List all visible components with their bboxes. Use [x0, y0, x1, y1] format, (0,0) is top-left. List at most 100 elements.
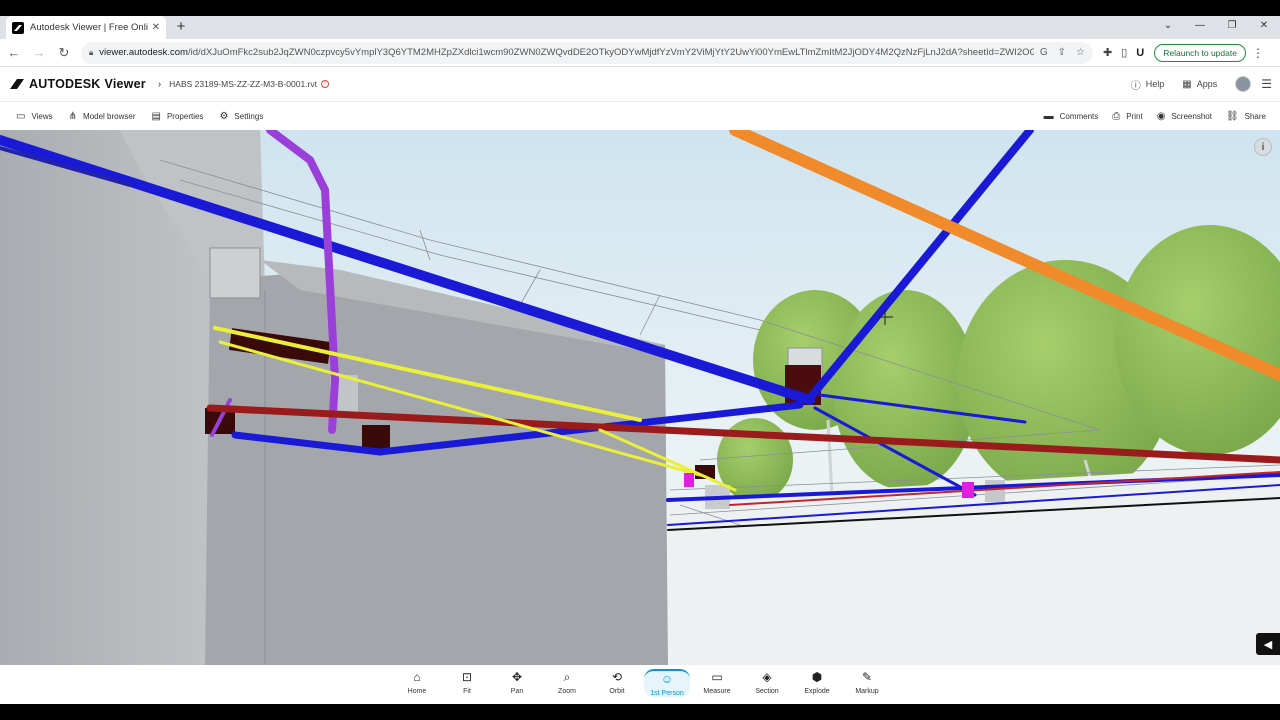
comment-icon: ▬ — [1043, 111, 1054, 122]
brand-name: AUTODESK — [29, 77, 101, 91]
share-label: Share — [1244, 112, 1266, 121]
model-tree-icon: ⋔ — [68, 110, 78, 122]
forward-arrow-icon[interactable]: → — [28, 45, 50, 60]
apps-grid-icon: ▦ — [1182, 78, 1192, 90]
pan-icon: ✥ — [511, 670, 523, 684]
browser-toolbar: ← → ↻ 🔒︎ viewer.autodesk.com/id/dXJuOmFk… — [0, 39, 1280, 67]
nav-tool-measure[interactable]: ▭ Measure — [692, 669, 742, 697]
extension-u-icon[interactable]: U — [1136, 47, 1144, 59]
home-icon: ⌂ — [413, 670, 421, 684]
gear-icon: ⚙ — [219, 110, 229, 122]
properties-icon: ▤ — [151, 110, 161, 122]
new-tab-button[interactable]: + — [172, 18, 190, 35]
measure-icon: ▭ — [711, 670, 723, 684]
reload-icon[interactable]: ↻ — [53, 45, 75, 61]
warning-icon[interactable]: ! — [321, 80, 329, 88]
side-panel-icon[interactable]: ▯ — [1121, 46, 1127, 59]
views-label: Views — [31, 111, 53, 121]
brand-product: Viewer — [104, 77, 146, 91]
nav-tool-section[interactable]: ◈ Section — [742, 669, 792, 697]
printer-icon: ⎙ — [1112, 111, 1121, 122]
window-controls: ⌄ — ❐ ✕ — [1152, 16, 1280, 39]
nav-tool-zoom[interactable]: ⌕ Zoom — [542, 669, 592, 697]
screen: Autodesk Viewer | Free Online F ✕ + ⌄ — … — [0, 0, 1280, 720]
nav-tool-label: Section — [755, 688, 779, 695]
hamburger-menu-icon[interactable]: ☰ — [1261, 77, 1272, 91]
autodesk-logo-icon — [10, 79, 24, 89]
autodesk-favicon-icon — [12, 21, 24, 34]
properties-button[interactable]: ▤ Properties — [152, 111, 204, 122]
lock-icon: 🔒︎ — [89, 47, 94, 57]
print-button[interactable]: ⎙ Print — [1112, 111, 1142, 122]
first-person-icon: ☺ — [660, 672, 674, 686]
browser-tab-title: Autodesk Viewer | Free Online F — [30, 22, 148, 33]
nav-tool-fit[interactable]: ⊡ Fit — [442, 669, 492, 697]
nav-tool-label: Pan — [510, 688, 524, 695]
print-label: Print — [1126, 112, 1143, 121]
autodesk-viewer-logo[interactable]: AUTODESK Viewer — [10, 77, 146, 91]
nav-tool-1st-person[interactable]: ☺ 1st Person — [642, 669, 692, 697]
model-browser-label: Model browser — [83, 111, 136, 121]
fit-icon: ⊡ — [461, 670, 473, 684]
zoom-icon: ⌕ — [563, 670, 571, 684]
help-label: Help — [1145, 79, 1165, 89]
3d-model-canvas[interactable]: i ◀ — [0, 130, 1280, 665]
nav-tool-label: Orbit — [609, 688, 625, 695]
relaunch-to-update-button[interactable]: Relaunch to update — [1154, 43, 1246, 62]
apps-label: Apps — [1196, 79, 1218, 89]
model-browser-button[interactable]: ⋔ Model browser — [69, 111, 136, 122]
nav-tool-pan[interactable]: ✥ Pan — [492, 669, 542, 697]
nav-tool-orbit[interactable]: ⟲ Orbit — [592, 669, 642, 697]
minimize-icon[interactable]: — — [1184, 16, 1216, 39]
nav-tool-label: Measure — [703, 688, 731, 695]
nav-tool-label: Home — [407, 688, 427, 695]
info-icon[interactable]: i — [1254, 138, 1272, 156]
views-button[interactable]: ▭ Views — [16, 111, 53, 122]
nav-tool-label: Markup — [855, 688, 879, 695]
help-icon: ⓘ — [1130, 80, 1141, 92]
tab-search-icon[interactable]: ⌄ — [1152, 16, 1184, 39]
back-arrow-icon[interactable]: ← — [3, 45, 25, 60]
file-name: HABS 23189-MS-ZZ-ZZ-M3-B-0001.rvt — [169, 79, 317, 89]
restore-icon[interactable]: ❐ — [1216, 16, 1248, 39]
browser-tab[interactable]: Autodesk Viewer | Free Online F ✕ — [6, 16, 166, 39]
screenshot-label: Screenshot — [1171, 112, 1212, 121]
help-button[interactable]: ⓘ Help — [1131, 77, 1165, 92]
viewer-toolbar: ▭ Views ⋔ Model browser ▤ Properties ⚙ S… — [0, 101, 1280, 130]
viewer-header: AUTODESK Viewer › HABS 23189-MS-ZZ-ZZ-M3… — [0, 67, 1280, 101]
nav-tool-label: Fit — [463, 688, 471, 695]
properties-label: Properties — [166, 111, 204, 121]
browser-menu-icon[interactable]: ⋮ — [1252, 46, 1264, 60]
comments-button[interactable]: ▬ Comments — [1044, 111, 1099, 122]
share-button[interactable]: ⛓ Share — [1226, 111, 1266, 122]
close-window-icon[interactable]: ✕ — [1248, 16, 1280, 39]
megaphone-feedback-icon[interactable]: ◀ — [1256, 633, 1280, 655]
chevron-right-icon: › — [157, 78, 162, 90]
avatar[interactable] — [1235, 76, 1252, 92]
nav-tool-label: Zoom — [558, 688, 576, 695]
nav-tool-markup[interactable]: ✎ Markup — [842, 669, 892, 697]
share-page-icon[interactable]: ⇪ — [1058, 47, 1066, 58]
apps-button[interactable]: ▦ Apps — [1182, 79, 1217, 90]
extensions-puzzle-icon[interactable]: ✚ — [1103, 46, 1112, 59]
settings-button[interactable]: ⚙ Settings — [219, 111, 263, 122]
model-render — [0, 130, 1280, 665]
screenshot-button[interactable]: ◉ Screenshot — [1157, 111, 1212, 122]
settings-label: Settings — [234, 111, 264, 121]
markup-icon: ✎ — [861, 670, 873, 684]
camera-icon: ◉ — [1156, 111, 1166, 122]
orbit-icon: ⟲ — [611, 670, 623, 684]
nav-tool-explode[interactable]: ⬢ Explode — [792, 669, 842, 697]
nav-tool-label: Explode — [804, 688, 830, 695]
bookmark-star-icon[interactable]: ☆ — [1076, 47, 1085, 58]
browser-tab-strip: Autodesk Viewer | Free Online F ✕ + ⌄ — … — [0, 16, 1280, 39]
explode-icon: ⬢ — [811, 670, 823, 684]
comments-label: Comments — [1059, 112, 1099, 121]
google-icon[interactable]: G — [1040, 47, 1048, 58]
navigation-toolbar: ⌂ Home ⊡ Fit ✥ Pan ⌕ Zoom ⟲ Orbit ☺ 1st Person ▭ Meas… — [0, 665, 1280, 704]
close-tab-icon[interactable]: ✕ — [152, 22, 160, 33]
nav-tool-home[interactable]: ⌂ Home — [392, 669, 442, 697]
url-text: viewer.autodesk.com/id/dXJuOmFkc2sub2JqZ… — [99, 47, 1034, 58]
breadcrumb: › HABS 23189-MS-ZZ-ZZ-M3-B-0001.rvt ! — [158, 79, 329, 90]
address-bar[interactable]: 🔒︎ viewer.autodesk.com/id/dXJuOmFkc2sub2… — [81, 41, 1093, 64]
